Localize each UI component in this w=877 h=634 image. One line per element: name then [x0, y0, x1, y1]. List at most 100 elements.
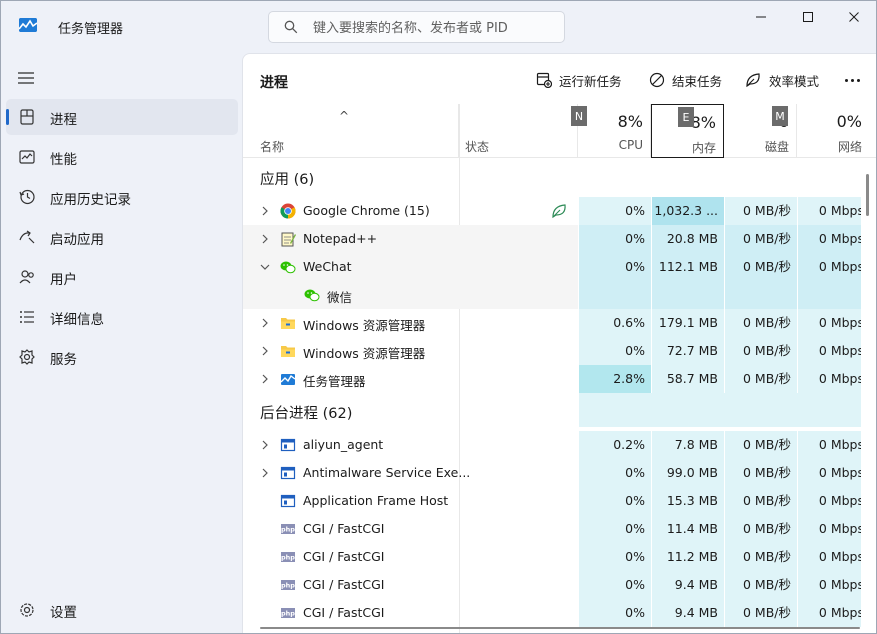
shortcut-key-badge: E	[678, 107, 694, 127]
sidebar-item-services[interactable]: 服务	[6, 339, 238, 375]
horizontal-scrollbar[interactable]	[260, 627, 860, 629]
run-new-task-icon	[536, 72, 552, 88]
task-manager-window: 任务管理器 进程 性能 应用历史记录 启动应用 用户	[0, 0, 877, 634]
table-row[interactable]: Antimalware Service Exe... 0% 99.0 MB 0 …	[243, 459, 861, 487]
more-options-button[interactable]	[841, 70, 863, 90]
memory-cell: 72.7 MB	[652, 337, 724, 365]
chevron-down-icon[interactable]	[260, 260, 270, 274]
cpu-cell: 0.6%	[579, 309, 651, 337]
disk-column-header[interactable]: 0 M 磁盘	[724, 104, 797, 158]
cpu-cell: 0%	[579, 337, 651, 365]
sidebar-item-label: 用户	[50, 272, 77, 288]
svg-text:php: php	[281, 582, 295, 590]
cpu-column-header[interactable]: N 8% CPU	[571, 104, 651, 158]
network-cell	[798, 281, 861, 309]
sort-ascending-icon: ^	[339, 109, 350, 123]
table-row-child[interactable]: 微信	[243, 281, 861, 309]
disk-cell: 0 MB/秒	[725, 543, 797, 571]
chevron-right-icon[interactable]	[260, 466, 270, 480]
memory-cell: 99.0 MB	[652, 459, 724, 487]
table-row[interactable]: php CGI / FastCGI 0% 9.4 MB 0 MB/秒 0 Mbp…	[243, 571, 861, 599]
network-cell: 0 Mbps	[798, 431, 861, 459]
close-button[interactable]	[838, 5, 870, 29]
minimize-button[interactable]	[745, 5, 777, 29]
php-icon: php	[281, 580, 295, 590]
menu-icon[interactable]	[17, 71, 35, 85]
memory-cell: 11.4 MB	[652, 515, 724, 543]
network-cell: 0 Mbps	[798, 365, 861, 393]
table-row[interactable]: php CGI / FastCGI 0% 11.2 MB 0 MB/秒 0 Mb…	[243, 543, 861, 571]
users-icon	[19, 270, 34, 284]
cpu-cell: 0%	[579, 253, 651, 281]
sidebar-item-users[interactable]: 用户	[6, 259, 238, 295]
app-window-icon	[280, 466, 296, 480]
chevron-right-icon[interactable]	[260, 316, 270, 330]
memory-cell: 1,032.3 ...	[652, 197, 724, 225]
vertical-scrollbar[interactable]	[866, 174, 869, 216]
efficiency-mode-label: 效率模式	[769, 73, 820, 89]
chevron-right-icon[interactable]	[260, 438, 270, 452]
run-new-task-button[interactable]: 运行新任务	[536, 70, 622, 90]
minimize-icon	[756, 16, 766, 18]
end-task-label: 结束任务	[672, 73, 723, 89]
table-row[interactable]: 任务管理器 2.8% 58.7 MB 0 MB/秒 0 Mbps	[243, 365, 861, 393]
cpu-cell: 0%	[579, 225, 651, 253]
file-explorer-icon	[281, 346, 295, 357]
disk-cell: 0 MB/秒	[725, 365, 797, 393]
network-header-label: 网络	[837, 140, 862, 154]
end-task-button[interactable]: 结束任务	[649, 70, 722, 90]
search-input[interactable]	[313, 18, 553, 38]
network-cell: 0 Mbps	[798, 459, 861, 487]
disk-cell: 0 MB/秒	[725, 571, 797, 599]
sidebar-item-details[interactable]: 详细信息	[6, 299, 238, 335]
sidebar-item-startup-apps[interactable]: 启动应用	[6, 219, 238, 255]
sidebar-item-performance[interactable]: 性能	[6, 139, 238, 175]
sidebar-item-processes[interactable]: 进程	[6, 99, 238, 135]
processes-panel: 进程 运行新任务 结束任务 效率模式 ^ 名称 状态 N 8% CPU 8% E…	[242, 53, 876, 633]
chevron-right-icon[interactable]	[260, 204, 270, 218]
table-row[interactable]: php CGI / FastCGI 0% 11.4 MB 0 MB/秒 0 Mb…	[243, 515, 861, 543]
cpu-cell: 0%	[579, 599, 651, 627]
table-row[interactable]: aliyun_agent 0.2% 7.8 MB 0 MB/秒 0 Mbps	[243, 431, 861, 459]
svg-text:php: php	[281, 526, 295, 534]
name-header-label: 名称	[260, 140, 285, 154]
sidebar-item-label: 应用历史记录	[50, 192, 131, 208]
chevron-right-icon[interactable]	[260, 372, 270, 386]
table-row[interactable]: Google Chrome (15) 0% 1,032.3 ... 0 MB/秒…	[243, 197, 861, 225]
maximize-button[interactable]	[792, 5, 824, 29]
disk-cell: 0 MB/秒	[725, 515, 797, 543]
more-dot	[856, 78, 860, 82]
memory-cell: 9.4 MB	[652, 571, 724, 599]
table-row[interactable]: Notepad++ 0% 20.8 MB 0 MB/秒 0 Mbps	[243, 225, 861, 253]
status-header-label: 状态	[465, 140, 490, 154]
disk-cell: 0 MB/秒	[725, 225, 797, 253]
php-icon: php	[281, 524, 295, 534]
table-row[interactable]: WeChat 0% 112.1 MB 0 MB/秒 0 Mbps	[243, 253, 861, 281]
app-history-icon	[19, 189, 35, 205]
search-box[interactable]	[268, 11, 565, 43]
efficiency-mode-button[interactable]: 效率模式	[745, 70, 819, 90]
run-new-task-label: 运行新任务	[559, 73, 622, 89]
notepad-plus-plus-icon	[281, 232, 296, 247]
network-column-header[interactable]: 0% 网络	[797, 104, 869, 158]
cpu-cell: 0.2%	[579, 431, 651, 459]
disk-cell: 0 MB/秒	[725, 599, 797, 627]
services-icon	[19, 349, 35, 365]
table-row[interactable]: Application Frame Host 0% 15.3 MB 0 MB/秒…	[243, 487, 861, 515]
chrome-icon	[280, 203, 296, 219]
table-row[interactable]: Windows 资源管理器 0.6% 179.1 MB 0 MB/秒 0 Mbp…	[243, 309, 861, 337]
sidebar-item-app-history[interactable]: 应用历史记录	[6, 179, 238, 215]
table-row[interactable]: Windows 资源管理器 0% 72.7 MB 0 MB/秒 0 Mbps	[243, 337, 861, 365]
disk-cell: 0 MB/秒	[725, 197, 797, 225]
chevron-right-icon[interactable]	[260, 344, 270, 358]
status-column-header[interactable]: 状态	[459, 104, 578, 158]
sidebar-item-settings[interactable]: 设置	[6, 592, 238, 628]
table-row[interactable]: php CGI / FastCGI 0% 9.4 MB 0 MB/秒 0 Mbp…	[243, 599, 861, 627]
chevron-right-icon[interactable]	[260, 232, 270, 246]
process-name: Application Frame Host	[303, 493, 449, 508]
process-name: CGI / FastCGI	[303, 521, 385, 536]
memory-cell: 179.1 MB	[652, 309, 724, 337]
process-name: Notepad++	[303, 231, 378, 246]
memory-column-header[interactable]: 8% E 内存	[651, 104, 724, 158]
name-column-header[interactable]: ^ 名称	[243, 104, 459, 158]
